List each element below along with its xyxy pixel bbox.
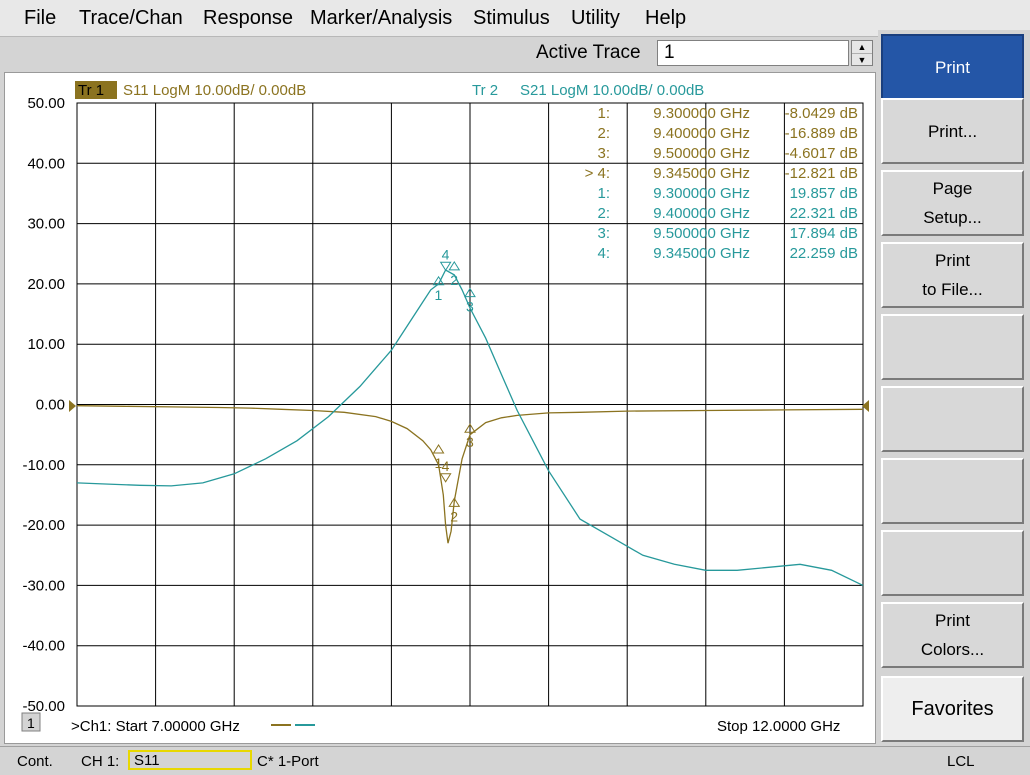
marker-table-freq: 9.345000 GHz: [653, 245, 750, 262]
chart-window: Tr 1 S11 LogM 10.00dB/ 0.00dB Tr 2 S21 L…: [4, 72, 876, 744]
y-tick-label: -20.00: [22, 517, 65, 534]
marker-table-num: 2:: [597, 205, 610, 222]
y-tick-label: -50.00: [22, 698, 65, 715]
y-tick-labels: 50.00 40.00 30.00 20.00 10.00 0.00 -10.00 -20.0…: [22, 95, 65, 715]
marker-table-freq: 9.500000 GHz: [653, 225, 750, 242]
y-tick-label: 40.00: [27, 155, 65, 172]
marker-table-value: 22.259 dB: [790, 245, 858, 262]
menu-marker-analysis[interactable]: Marker/Analysis: [310, 7, 452, 30]
marker-label: 2: [450, 272, 458, 288]
chart-svg: Tr 1 S11 LogM 10.00dB/ 0.00dB Tr 2 S21 L…: [21, 81, 869, 735]
marker-table-freq: 9.400000 GHz: [653, 125, 750, 142]
marker-table-value: 22.321 dB: [790, 205, 858, 222]
spin-up-icon[interactable]: ▲: [852, 41, 872, 54]
y-tick-label: 0.00: [36, 397, 65, 414]
marker-table-num: 1:: [597, 185, 610, 202]
marker-table-num: 4:: [597, 245, 610, 262]
status-mode: Cont.: [17, 753, 53, 770]
menu-file[interactable]: File: [24, 7, 56, 30]
marker-table-value: -16.889 dB: [785, 125, 858, 142]
softkey-blank-2[interactable]: [881, 386, 1024, 452]
marker-table-value: -4.6017 dB: [785, 145, 858, 162]
marker-table-value: 19.857 dB: [790, 185, 858, 202]
y-tick-label: 30.00: [27, 216, 65, 233]
softkey-page-setup[interactable]: Page Setup...: [881, 170, 1024, 236]
menu-response[interactable]: Response: [203, 7, 293, 30]
status-bar: Cont. CH 1: S11 C* 1-Port LCL: [0, 746, 1030, 775]
trace2-header[interactable]: S21 LogM 10.00dB/ 0.00dB: [520, 82, 704, 99]
menu-trace-chan[interactable]: Trace/Chan: [79, 7, 183, 30]
y-tick-label: 20.00: [27, 276, 65, 293]
menu-bar: File Trace/Chan Response Marker/Analysis…: [0, 0, 1030, 37]
chart-markers: 12341234: [432, 246, 476, 524]
y-tick-label: -40.00: [22, 638, 65, 655]
marker-1-4-icon[interactable]: [439, 473, 452, 483]
status-param[interactable]: S11: [128, 750, 252, 770]
marker-table: 1: 9.300000 GHz -8.0429 dB 2: 9.400000 GHz -1…: [585, 105, 858, 262]
marker-table-freq: 9.345000 GHz: [653, 165, 750, 182]
marker-label: 4: [442, 458, 450, 474]
softkey-panel: Print Print... Page Setup... Print to Fi…: [878, 30, 1030, 744]
active-trace-spinner[interactable]: ▲ ▼: [851, 40, 873, 66]
active-trace-label: Active Trace: [536, 42, 641, 63]
trace1-tag[interactable]: Tr 1: [78, 82, 104, 99]
marker-table-freq: 9.300000 GHz: [653, 185, 750, 202]
marker-table-num: 1:: [597, 105, 610, 122]
marker-label: 4: [442, 246, 450, 262]
y-tick-label: 50.00: [27, 95, 65, 112]
softkey-print-dialog[interactable]: Print...: [881, 98, 1024, 164]
marker-table-value: -12.821 dB: [785, 165, 858, 182]
marker-table-value: -8.0429 dB: [785, 105, 858, 122]
status-channel: CH 1:: [81, 753, 120, 770]
trace1-header[interactable]: S11 LogM 10.00dB/ 0.00dB: [123, 82, 306, 99]
softkey-blank-3[interactable]: [881, 458, 1024, 524]
marker-table-num: > 4:: [585, 165, 610, 182]
softkey-blank-4[interactable]: [881, 530, 1024, 596]
softkey-print-to-file[interactable]: Print to File...: [881, 242, 1024, 308]
spin-down-icon[interactable]: ▼: [852, 54, 872, 66]
marker-2-2-icon[interactable]: [448, 260, 461, 271]
marker-label: 3: [466, 434, 474, 450]
start-frequency[interactable]: >Ch1: Start 7.00000 GHz: [71, 718, 240, 735]
status-cal: C* 1-Port: [257, 753, 319, 770]
marker-2-4-icon[interactable]: [439, 261, 452, 272]
marker-table-value: 17.894 dB: [790, 225, 858, 242]
y-tick-label: -10.00: [22, 457, 65, 474]
marker-table-freq: 9.400000 GHz: [653, 205, 750, 222]
marker-label: 3: [466, 299, 474, 315]
marker-table-num: 3:: [597, 225, 610, 242]
softkey-favorites[interactable]: Favorites: [881, 676, 1024, 742]
marker-table-freq: 9.300000 GHz: [653, 105, 750, 122]
y-tick-label: -30.00: [22, 577, 65, 594]
menu-utility[interactable]: Utility: [571, 7, 620, 30]
marker-label: 2: [450, 508, 458, 524]
y-tick-label: 10.00: [27, 336, 65, 353]
marker-table-num: 2:: [597, 125, 610, 142]
marker-label: 1: [435, 287, 443, 303]
status-lcl: LCL: [947, 753, 975, 770]
active-trace-input[interactable]: 1: [657, 40, 849, 66]
trace2-tag[interactable]: Tr 2: [472, 82, 498, 99]
marker-1-1-icon[interactable]: [432, 444, 445, 454]
softkey-print[interactable]: Print: [881, 34, 1024, 100]
marker-table-num: 3:: [597, 145, 610, 162]
stop-frequency[interactable]: Stop 12.0000 GHz: [717, 718, 840, 735]
softkey-print-colors[interactable]: Print Colors...: [881, 602, 1024, 668]
marker-table-freq: 9.500000 GHz: [653, 145, 750, 162]
menu-help[interactable]: Help: [645, 7, 686, 30]
ref-level-left-icon[interactable]: [69, 400, 76, 412]
menu-stimulus[interactable]: Stimulus: [473, 7, 550, 30]
channel-number: 1: [27, 715, 35, 731]
softkey-blank-1[interactable]: [881, 314, 1024, 380]
